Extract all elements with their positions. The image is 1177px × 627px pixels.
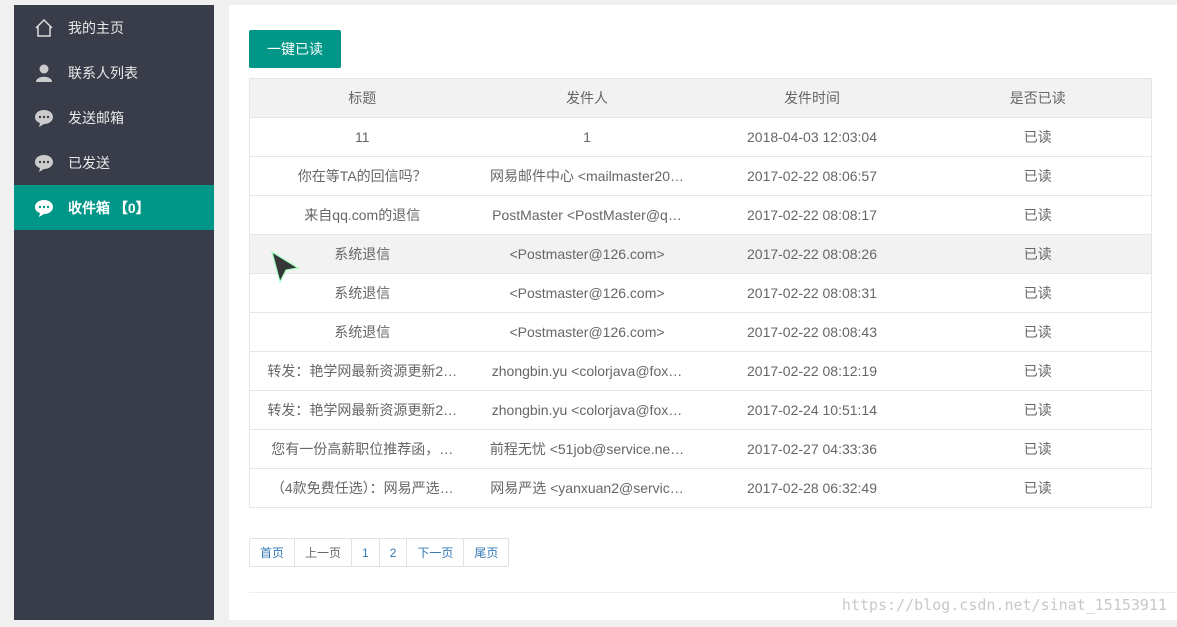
sidebar-item-inbox[interactable]: 收件箱 【0】: [14, 185, 214, 230]
pager-last-link[interactable]: 尾页: [464, 539, 508, 566]
cell-sender: zhongbin.yu <colorjava@fox…: [474, 351, 700, 391]
column-header-title[interactable]: 标题: [249, 78, 475, 118]
table-row[interactable]: 你在等TA的回信吗？ 网易邮件中心 <mailmaster20… 2017-02-2…: [249, 156, 1152, 196]
sidebar-item-label: 发送邮箱: [68, 109, 124, 126]
cell-sender: 1: [474, 117, 700, 157]
divider: [249, 592, 1177, 593]
cell-title: 转发：艳学网最新资源更新2…: [249, 351, 475, 391]
cell-title: 系统退信: [249, 312, 475, 352]
table-row[interactable]: 系统退信 <Postmaster@126.com> 2017-02-22 08:08…: [249, 312, 1152, 352]
sidebar: 我的主页 联系人列表 发送邮箱 已发送 收件箱 【0】: [14, 5, 214, 620]
cell-read: 已读: [924, 117, 1152, 157]
cell-time: 2017-02-27 04:33:36: [699, 429, 925, 469]
pager-page-1[interactable]: 1: [352, 539, 380, 566]
cell-time: 2017-02-22 08:06:57: [699, 156, 925, 196]
table-row[interactable]: 系统退信 <Postmaster@126.com> 2017-02-22 08:08…: [249, 234, 1152, 274]
sidebar-item-label: 收件箱 【0】: [68, 199, 150, 216]
column-header-time[interactable]: 发件时间: [699, 78, 925, 118]
sidebar-item-label: 我的主页: [68, 19, 124, 36]
pager-page-2[interactable]: 2: [380, 539, 408, 566]
column-header-sender[interactable]: 发件人: [474, 78, 700, 118]
cell-sender: 网易严选 <yanxuan2@servic…: [474, 468, 700, 508]
table-row[interactable]: 转发：艳学网最新资源更新2… zhongbin.yu <colorjava@fox…: [249, 390, 1152, 430]
cell-time: 2018-04-03 12:03:04: [699, 117, 925, 157]
sidebar-item-home[interactable]: 我的主页: [14, 5, 214, 50]
cell-read: 已读: [924, 351, 1152, 391]
sidebar-item-label: 联系人列表: [68, 64, 138, 81]
table-row[interactable]: 转发：艳学网最新资源更新2… zhongbin.yu <colorjava@fox…: [249, 351, 1152, 391]
cell-title: （4款免费任选）：网易严选…: [249, 468, 475, 508]
cell-title: 来自qq.com的退信: [249, 195, 475, 235]
mouse-cursor-icon: [270, 250, 302, 289]
cell-read: 已读: [924, 234, 1152, 274]
home-icon: [34, 18, 54, 38]
cell-time: 2017-02-22 08:08:31: [699, 273, 925, 313]
main-panel: 一键已读 标题 发件人 发件时间 是否已读 11 1 2018-04-03 12:0…: [229, 5, 1177, 620]
inbox-table: 标题 发件人 发件时间 是否已读 11 1 2018-04-03 12:03:04 已…: [249, 78, 1152, 508]
user-icon: [34, 63, 54, 83]
cell-read: 已读: [924, 429, 1152, 469]
pager-first-link[interactable]: 首页: [250, 539, 296, 566]
cell-time: 2017-02-22 08:12:19: [699, 351, 925, 391]
chat-icon: [34, 198, 54, 218]
mark-all-read-button[interactable]: 一键已读: [249, 30, 341, 68]
cell-title: 11: [249, 117, 475, 157]
pager-next-link[interactable]: 下一页: [407, 539, 465, 566]
pager-prev-link[interactable]: 上一页: [295, 539, 353, 566]
column-header-read[interactable]: 是否已读: [924, 78, 1152, 118]
cell-sender: 前程无忧 <51job@service.ne…: [474, 429, 700, 469]
chat-icon: [34, 108, 54, 128]
table-row[interactable]: 来自qq.com的退信 PostMaster <PostMaster@q… 2017…: [249, 195, 1152, 235]
cell-title: 您有一份高薪职位推荐函，…: [249, 429, 475, 469]
chat-icon: [34, 153, 54, 173]
sidebar-item-compose[interactable]: 发送邮箱: [14, 95, 214, 140]
sidebar-item-contacts[interactable]: 联系人列表: [14, 50, 214, 95]
cell-time: 2017-02-28 06:32:49: [699, 468, 925, 508]
cell-sender: <Postmaster@126.com>: [474, 234, 700, 274]
table-row[interactable]: （4款免费任选）：网易严选… 网易严选 <yanxuan2@servic… 2017…: [249, 468, 1152, 508]
cell-read: 已读: [924, 390, 1152, 430]
cell-time: 2017-02-22 08:08:26: [699, 234, 925, 274]
table-row[interactable]: 您有一份高薪职位推荐函，… 前程无忧 <51job@service.ne… 2017…: [249, 429, 1152, 469]
cell-read: 已读: [924, 273, 1152, 313]
cell-time: 2017-02-24 10:51:14: [699, 390, 925, 430]
table-row[interactable]: 11 1 2018-04-03 12:03:04 已读: [249, 117, 1152, 157]
cell-time: 2017-02-22 08:08:17: [699, 195, 925, 235]
sidebar-item-sent[interactable]: 已发送: [14, 140, 214, 185]
table-row[interactable]: 系统退信 <Postmaster@126.com> 2017-02-22 08:08…: [249, 273, 1152, 313]
cell-read: 已读: [924, 156, 1152, 196]
sidebar-item-label: 已发送: [68, 154, 110, 171]
cell-read: 已读: [924, 468, 1152, 508]
table-header-row: 标题 发件人 发件时间 是否已读: [249, 78, 1152, 118]
watermark: https://blog.csdn.net/sinat_15153911: [841, 596, 1167, 614]
pagination: 首页 上一页 1 2 下一页 尾页: [249, 538, 510, 567]
cell-sender: zhongbin.yu <colorjava@fox…: [474, 390, 700, 430]
cell-sender: 网易邮件中心 <mailmaster20…: [474, 156, 700, 196]
cell-sender: <Postmaster@126.com>: [474, 312, 700, 352]
cell-read: 已读: [924, 312, 1152, 352]
cell-sender: <Postmaster@126.com>: [474, 273, 700, 313]
cell-title: 转发：艳学网最新资源更新2…: [249, 390, 475, 430]
cell-title: 你在等TA的回信吗？: [249, 156, 475, 196]
cell-read: 已读: [924, 195, 1152, 235]
cell-time: 2017-02-22 08:08:43: [699, 312, 925, 352]
cell-sender: PostMaster <PostMaster@q…: [474, 195, 700, 235]
